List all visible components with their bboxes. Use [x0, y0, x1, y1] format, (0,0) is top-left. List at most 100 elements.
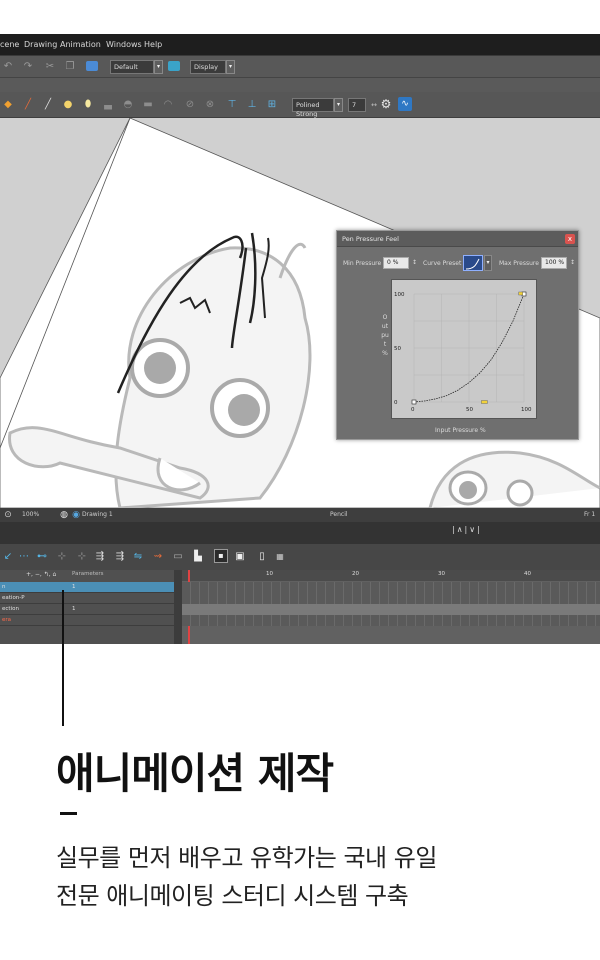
polyline-icon[interactable]: ◠	[162, 99, 174, 111]
toolbar-separator	[0, 78, 600, 92]
parameters-icon[interactable]: ▭	[172, 551, 184, 563]
brush-icon[interactable]: ╱	[22, 99, 34, 111]
copy-icon[interactable]: ❐	[64, 61, 76, 73]
pressure-curve-chart: 100 50 0 0 50 100	[394, 291, 532, 413]
frame-row-highlight	[182, 604, 600, 615]
timeline-header: ⊙ 100% ◍ ◉ Drawing 1 Pencil Fr 1	[0, 508, 600, 522]
keyframe-prev-icon[interactable]: ⋯	[18, 551, 30, 563]
chevron-down-icon: ▾	[154, 60, 163, 74]
flip-icon[interactable]: ⊞	[266, 99, 278, 111]
layer-tools-icon[interactable]: +, −, ↰, ⌂	[26, 571, 56, 578]
layer-value: 1	[72, 584, 76, 590]
camera-icon[interactable]: ⊙	[2, 509, 14, 521]
distribute-icon[interactable]: ⊥	[246, 99, 258, 111]
top-toolbar: ↶ ↷ ✂ ❐ Default ▾ Display ▾	[0, 56, 600, 78]
layer-name: era	[2, 617, 12, 623]
add-key-icon[interactable]: ⊹	[56, 551, 68, 563]
menu-windows[interactable]: Windows	[106, 40, 142, 49]
frame-number: 10	[266, 571, 273, 577]
menu-animation[interactable]: Animation	[60, 40, 101, 49]
curve-preset-label: Curve Preset	[423, 260, 462, 267]
undo-icon[interactable]: ↶	[2, 61, 14, 73]
x-axis-label: Input Pressure %	[435, 427, 486, 434]
gear-icon[interactable]: ⚙	[380, 98, 392, 110]
min-pressure-field[interactable]: 0 %	[383, 257, 409, 269]
shape-icon[interactable]: ▃	[102, 99, 114, 111]
onion-skin-icon[interactable]: ↙	[2, 551, 14, 563]
timeline-toolbar: ↙ ⋯ ⊷ ⊹ ⊹ ⇶ ⇶ ⇋ ⇝ ▭ ▙ ▪ ▣ ▯ ▦	[0, 544, 600, 570]
fill-empty-icon[interactable]: ▣	[234, 551, 246, 563]
camera-view-icon[interactable]	[168, 61, 180, 71]
align-icon[interactable]: ⊤	[226, 99, 238, 111]
drawing-name: Drawing 1	[82, 511, 113, 518]
drawing-icon: ◉	[72, 510, 80, 520]
curve-control-handle	[481, 400, 488, 404]
preset-dropdown[interactable]: Default ▾	[110, 60, 163, 74]
arrows-icon[interactable]: ↔	[368, 99, 380, 111]
brush-size-field[interactable]: 7	[348, 98, 366, 112]
x-tick-label: 50	[466, 407, 473, 413]
layer-row[interactable]: n 1	[0, 582, 178, 593]
keyframe-next-icon[interactable]: ⊷	[36, 551, 48, 563]
paint-bucket-icon[interactable]: ◆	[2, 99, 14, 111]
collapse-handle-icon[interactable]: |∧|∨|	[452, 525, 482, 534]
globe-icon[interactable]: ◍	[58, 509, 70, 521]
ellipse-icon[interactable]: ◓	[122, 99, 134, 111]
max-pressure-spinner-icon[interactable]: ↕	[570, 259, 575, 266]
pressure-curve-graph[interactable]: 100 50 0 0 50 100	[391, 279, 537, 419]
frame-ruler[interactable]	[182, 570, 600, 581]
cut-icon[interactable]: ✂	[44, 61, 56, 73]
preset-dropdown-value: Default	[114, 63, 138, 71]
display-dropdown[interactable]: Display ▾	[190, 60, 235, 74]
cutter-icon[interactable]: ⊗	[204, 99, 216, 111]
menu-scene[interactable]: cene	[0, 40, 19, 49]
layer-row[interactable]: ection 1	[0, 604, 178, 615]
stop-motion-icon[interactable]: ⇶	[114, 551, 126, 563]
egg-icon[interactable]: ⬮	[82, 99, 94, 111]
curve-preset-icon	[465, 258, 480, 270]
max-pressure-field[interactable]: 100 %	[541, 257, 567, 269]
layers-scrollbar[interactable]	[174, 570, 182, 644]
brush-size-value: 7	[352, 101, 357, 109]
brush-preset-value: Polined Strong	[296, 101, 320, 118]
grid-icon[interactable]: ▦	[274, 551, 286, 563]
view-icon[interactable]	[86, 61, 98, 71]
min-pressure-spinner-icon[interactable]: ↕	[412, 259, 417, 266]
title-dash	[60, 812, 77, 815]
drawing-canvas[interactable]: Pen Pressure Feel x Min Pressure 0 % ↕ C…	[0, 118, 600, 508]
stamp-icon[interactable]: ●	[62, 99, 74, 111]
motion-key-icon[interactable]: ⇶	[94, 551, 106, 563]
frame-number: 20	[352, 571, 359, 577]
frame-indicator: Fr 1	[584, 511, 596, 518]
y-tick-label: 100	[394, 292, 405, 298]
menu-help[interactable]: Help	[144, 40, 162, 49]
line-icon[interactable]: ▬	[142, 99, 154, 111]
frames-grid[interactable]: 10 20 30 40	[182, 570, 600, 644]
menu-drawing[interactable]: Drawing	[24, 40, 57, 49]
remove-key-icon[interactable]: ⊹	[76, 551, 88, 563]
zoom-level[interactable]: 100%	[22, 511, 39, 518]
caption-title: 애니메이션 제작	[56, 749, 334, 798]
pressure-icon[interactable]: ∿	[398, 97, 412, 111]
curve-control-handle	[518, 291, 523, 296]
x-tick-label: 0	[411, 407, 415, 413]
insert-blank-icon[interactable]: ▪	[214, 549, 228, 563]
mark-icon[interactable]: ▯	[256, 551, 268, 563]
extend-exposure-icon[interactable]: ▙	[192, 551, 204, 563]
pen-pressure-dialog: Pen Pressure Feel x Min Pressure 0 % ↕ C…	[336, 230, 579, 440]
close-icon[interactable]: x	[565, 234, 575, 244]
dialog-titlebar[interactable]: Pen Pressure Feel x	[337, 231, 578, 247]
chevron-down-icon[interactable]: ▾	[484, 255, 492, 271]
layer-row[interactable]: era	[0, 615, 178, 626]
parameters-label: Parameters	[72, 571, 104, 577]
eraser-icon[interactable]: ⊘	[184, 99, 196, 111]
layer-row[interactable]: eation-P	[0, 593, 178, 604]
brush-preset-dropdown[interactable]: Polined Strong ▾	[292, 98, 343, 118]
redo-icon[interactable]: ↷	[22, 61, 34, 73]
ease-icon[interactable]: ⇋	[132, 551, 144, 563]
layer-value: 1	[72, 606, 76, 612]
constant-icon[interactable]: ⇝	[152, 551, 164, 563]
caption-line-1: 실무를 먼저 배우고 유학가는 국내 유일	[56, 844, 437, 872]
pencil-icon[interactable]: ╱	[42, 99, 54, 111]
curve-preset-dropdown[interactable]	[463, 255, 483, 271]
